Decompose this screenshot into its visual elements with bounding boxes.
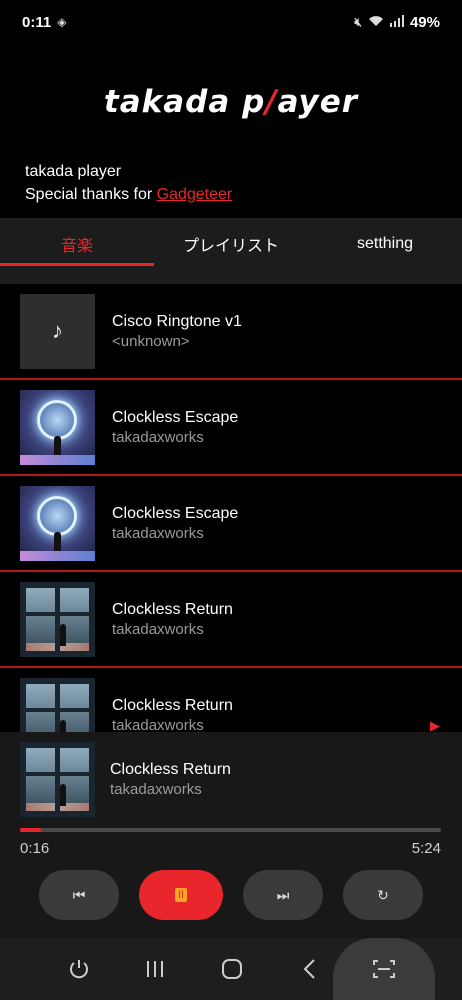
song-artist: <unknown> — [112, 332, 190, 350]
tab-bar: 音楽 プレイリスト setthing — [0, 218, 462, 284]
album-art — [20, 485, 95, 561]
pause-icon: II — [174, 888, 188, 902]
status-time: 0:11 — [22, 13, 52, 31]
repeat-button[interactable]: ↻ — [343, 870, 423, 920]
gadgeteer-link[interactable]: Gadgeteer — [157, 186, 233, 203]
next-icon: ⏭ — [276, 886, 290, 903]
song-item[interactable]: Clockless Escape takadaxworks — [0, 476, 462, 572]
now-playing-panel: Clockless Return takadaxworks 0:16 5:24 … — [0, 732, 462, 938]
song-artist: takadaxworks — [112, 620, 204, 638]
repeat-icon: ↻ — [377, 886, 389, 903]
system-nav-bar — [0, 938, 462, 1000]
app-logo: takada p/ayer — [103, 84, 359, 120]
album-art — [20, 389, 95, 465]
music-note-icon: ♪ — [52, 318, 63, 343]
play-pause-button[interactable]: II — [139, 870, 223, 920]
song-title: Clockless Escape — [112, 408, 239, 426]
song-artist: takadaxworks — [112, 524, 204, 542]
now-playing-title: Clockless Return — [110, 761, 231, 778]
tab-music[interactable]: 音楽 — [0, 218, 154, 284]
song-artist: takadaxworks — [112, 428, 204, 446]
recent-apps-icon[interactable] — [134, 938, 176, 1000]
song-title: Clockless Escape — [112, 504, 239, 522]
song-item[interactable]: Clockless Return takadaxworks — [0, 572, 462, 668]
power-icon[interactable] — [58, 938, 100, 1000]
credits-text: Special thanks for Gadgeteer — [25, 186, 233, 203]
progress-fill — [20, 828, 42, 832]
album-art — [20, 581, 95, 657]
status-bar: 0:11 ◈ 🔇︎ 49% — [0, 0, 462, 44]
song-title: Clockless Return — [112, 600, 233, 618]
song-artist: takadaxworks — [112, 716, 204, 733]
mute-icon: 🔇︎ — [354, 14, 362, 29]
signal-icon — [389, 14, 404, 30]
song-item[interactable]: Clockless Return takadaxworks ▶ — [0, 668, 462, 732]
tab-playlist[interactable]: プレイリスト — [154, 218, 308, 284]
app-name-text: takada player — [25, 163, 122, 180]
previous-icon: ⏮ — [72, 886, 86, 903]
tab-settings[interactable]: setthing — [308, 218, 462, 284]
song-list[interactable]: ♪ Cisco Ringtone v1 <unknown> Clockless … — [0, 284, 462, 732]
now-playing-track[interactable]: Clockless Return takadaxworks — [20, 742, 231, 817]
screen-scan-icon[interactable] — [333, 938, 435, 1000]
album-art: ♪ — [20, 293, 95, 369]
wifi-icon — [368, 15, 384, 30]
previous-button[interactable]: ⏮ — [39, 870, 119, 920]
progress-slider[interactable] — [20, 828, 441, 832]
song-title: Clockless Return — [112, 696, 233, 714]
now-playing-artist: takadaxworks — [110, 781, 202, 798]
now-playing-indicator-icon: ▶ — [430, 718, 440, 732]
battery-level: 49% — [409, 13, 440, 31]
home-icon[interactable] — [211, 938, 253, 1000]
now-playing-art — [20, 742, 95, 817]
data-saver-icon: ◈ — [57, 15, 67, 29]
song-item[interactable]: Clockless Escape takadaxworks — [0, 380, 462, 476]
song-item[interactable]: ♪ Cisco Ringtone v1 <unknown> — [0, 284, 462, 380]
playback-controls: ⏮ II ⏭ ↻ — [39, 870, 423, 920]
current-time: 0:16 — [20, 840, 50, 857]
duration: 5:24 — [411, 840, 441, 857]
app-info: takada player Special thanks for Gadgete… — [25, 160, 232, 206]
song-title: Cisco Ringtone v1 — [112, 312, 242, 330]
back-icon[interactable] — [288, 938, 330, 1000]
next-button[interactable]: ⏭ — [243, 870, 323, 920]
album-art — [20, 677, 95, 732]
